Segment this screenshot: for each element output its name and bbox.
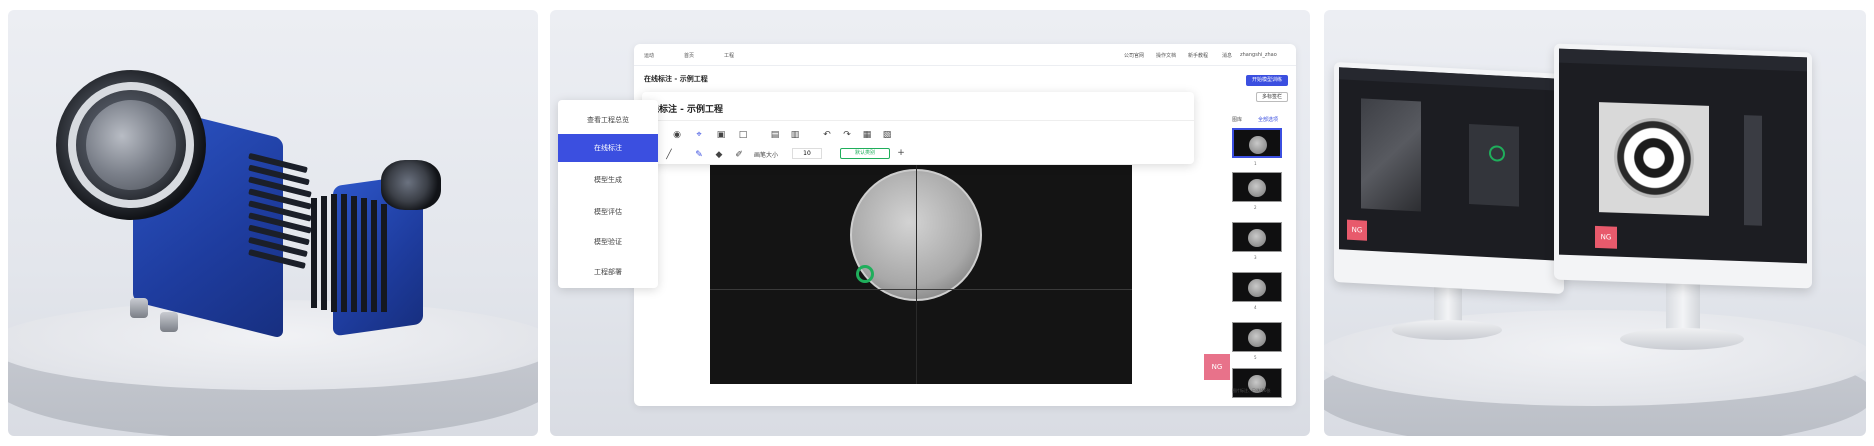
nav-item[interactable]: 新手教程: [1188, 52, 1208, 59]
add-icon[interactable]: +: [896, 148, 906, 158]
crosshair-h: [710, 289, 1132, 290]
menu-item-labeling[interactable]: 在线标注: [558, 134, 658, 162]
monitor-base: [1620, 328, 1744, 350]
view-icon[interactable]: ◉: [672, 130, 682, 140]
smart-camera-small: [303, 160, 453, 340]
footer-status: 图片标注、已选择6张: [1232, 388, 1271, 393]
monitor-right-screen: NG: [1559, 48, 1807, 264]
monitor-left: NG: [1334, 61, 1564, 295]
edit-icon[interactable]: ✐: [734, 150, 744, 160]
nav-item[interactable]: 操作文档: [1156, 52, 1176, 59]
monitor-stand: [1666, 276, 1700, 336]
delete-icon[interactable]: ▥: [790, 130, 800, 140]
nav-item[interactable]: 运动: [644, 52, 654, 59]
thumbnail-list: 1 2 3 4 5: [1232, 128, 1288, 398]
monitors-panel: NG NG: [1324, 10, 1866, 436]
camera-connector: [130, 298, 148, 318]
nav-item[interactable]: 首页: [684, 52, 694, 59]
ng-badge: NG: [1204, 354, 1230, 380]
crosshair-v: [916, 165, 917, 384]
line-icon[interactable]: ╱: [664, 150, 674, 160]
menu-item-model-verify[interactable]: 模型验证: [558, 228, 658, 256]
monitor-base: [1392, 320, 1502, 340]
brush-size-input[interactable]: 10: [792, 148, 822, 159]
camera-connector: [160, 312, 178, 332]
export-icon[interactable]: ▧: [882, 130, 892, 140]
user-menu[interactable]: zhangshi_zhao: [1240, 52, 1277, 58]
gallery-header: 图库: [1232, 117, 1243, 123]
thumbnail-index: 1: [1254, 161, 1257, 166]
ng-badge-right: NG: [1595, 225, 1617, 249]
thumbnail[interactable]: [1232, 272, 1282, 302]
nav-item[interactable]: 消息: [1222, 52, 1232, 59]
menu-item-overview[interactable]: 查看工程总览: [558, 106, 658, 134]
workflow-menu: 查看工程总览 在线标注 模型生成 模型评估 模型验证 工程部署: [558, 100, 658, 288]
start-training-button[interactable]: 开始模型训练: [1246, 75, 1288, 86]
annotation-toolbar: 线标注 - 示例工程 ◉ ⌖ ▣ □ ▤ ▥ ↶ ↷ ▦ ▧ ○ ╱ ✎ ◆ ✐…: [642, 92, 1194, 164]
product-photo-panel: [8, 10, 538, 436]
brush-icon[interactable]: ✎: [694, 150, 704, 160]
nav-item[interactable]: 工程: [724, 52, 734, 59]
rectangle-icon[interactable]: □: [738, 130, 748, 140]
camera-lens: [381, 160, 441, 210]
nav-item[interactable]: 公司官网: [1124, 52, 1144, 59]
thumbnail[interactable]: [1232, 128, 1282, 158]
page-title: 在线标注 - 示例工程: [644, 75, 708, 83]
monitor-left-screen: NG: [1339, 67, 1559, 261]
defect-annotation[interactable]: [856, 265, 874, 283]
brush-size-label: 画笔大小: [754, 152, 779, 159]
image-icon[interactable]: ▤: [770, 130, 780, 140]
thumbnail[interactable]: [1232, 172, 1282, 202]
category-select[interactable]: 默认类别: [840, 148, 890, 159]
eraser-icon[interactable]: ◆: [714, 150, 724, 160]
select-icon[interactable]: ▣: [716, 130, 726, 140]
thumbnail-index: 3: [1254, 255, 1257, 260]
thumbnail-index: 5: [1254, 355, 1257, 360]
save-icon[interactable]: ▦: [862, 130, 872, 140]
top-nav: 运动 首页 工程 公司官网 操作文档 新手教程 消息 zhangshi_zhao: [634, 44, 1296, 66]
select-all-link[interactable]: 全部选项: [1258, 116, 1278, 123]
monitor-right: NG: [1554, 43, 1812, 289]
undo-icon[interactable]: ↶: [822, 130, 832, 140]
menu-item-model-gen[interactable]: 模型生成: [558, 166, 658, 194]
ng-badge-left: NG: [1347, 219, 1367, 241]
toolbar-title: 线标注 - 示例工程: [650, 105, 724, 115]
annotation-canvas[interactable]: [710, 165, 1132, 384]
thumbnail-index: 4: [1254, 305, 1257, 310]
thumbnail[interactable]: [1232, 222, 1282, 252]
redo-icon[interactable]: ↷: [842, 130, 852, 140]
pin-icon[interactable]: ⌖: [694, 130, 704, 140]
menu-item-deploy[interactable]: 工程部署: [558, 258, 658, 286]
software-screenshot-panel: 运动 首页 工程 公司官网 操作文档 新手教程 消息 zhangshi_zhao…: [550, 10, 1310, 436]
lens-glass: [86, 100, 176, 190]
menu-item-model-eval[interactable]: 模型评估: [558, 198, 658, 226]
thumbnail-index: 2: [1254, 205, 1257, 210]
multi-label-button[interactable]: 多标签栏: [1256, 92, 1288, 102]
thumbnail[interactable]: [1232, 322, 1282, 352]
